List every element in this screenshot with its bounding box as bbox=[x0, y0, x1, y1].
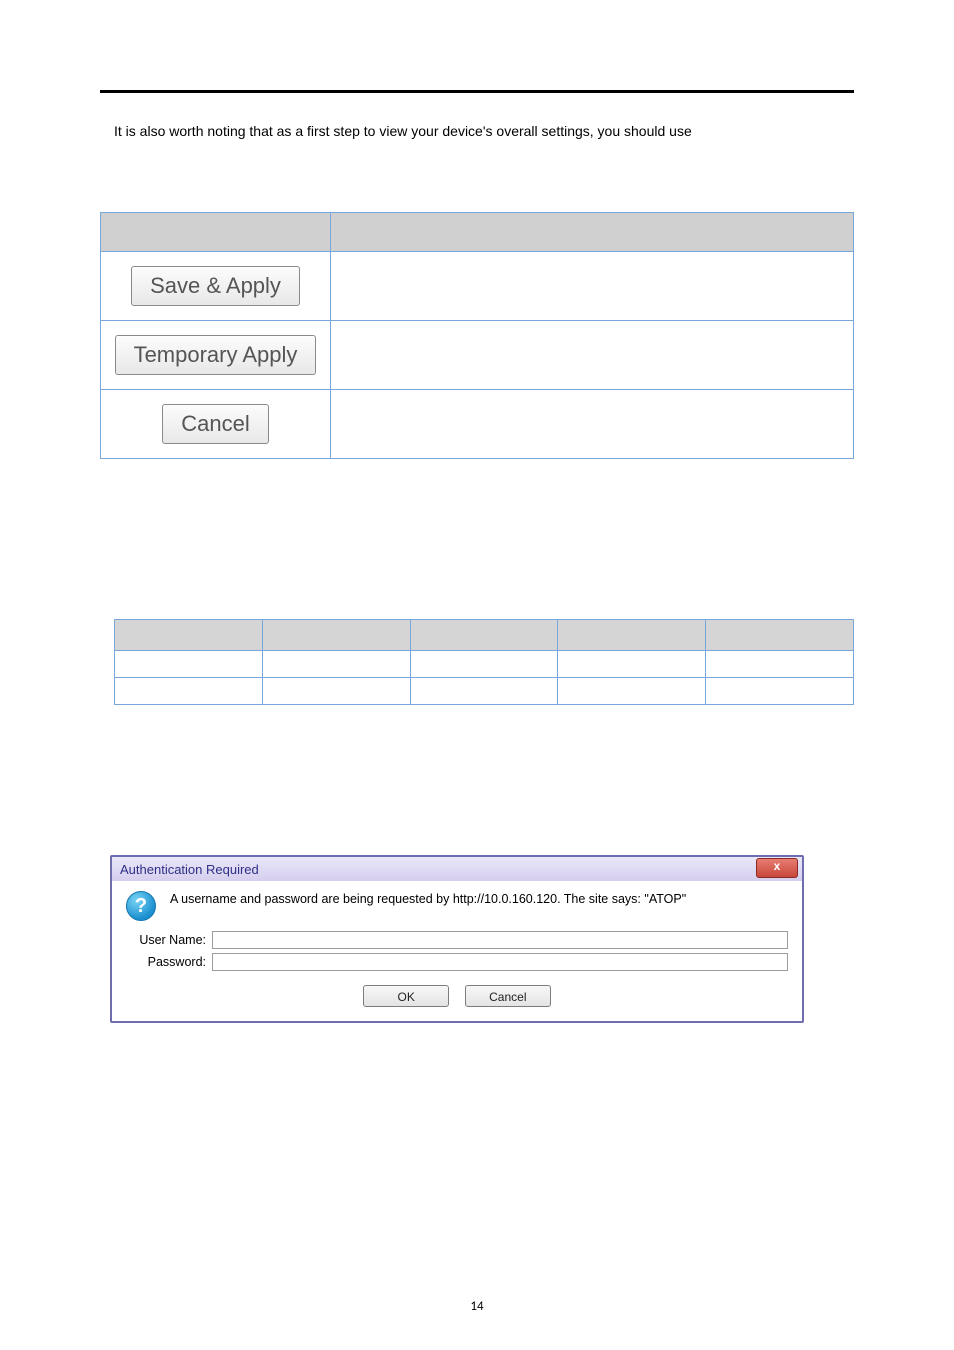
table-cell bbox=[115, 678, 263, 705]
table-header-cell bbox=[331, 213, 854, 252]
dialog-cancel-button[interactable]: Cancel bbox=[465, 985, 551, 1007]
username-label: User Name: bbox=[126, 933, 212, 947]
info-table bbox=[114, 619, 854, 705]
table-cell bbox=[706, 651, 854, 678]
table-cell bbox=[115, 651, 263, 678]
dialog-message: A username and password are being reques… bbox=[170, 891, 686, 909]
table-cell bbox=[410, 651, 558, 678]
table-row: Temporary Apply bbox=[101, 321, 854, 390]
header-rule bbox=[100, 90, 854, 93]
intro-paragraph: It is also worth noting that as a first … bbox=[114, 121, 854, 142]
table-cell bbox=[262, 678, 410, 705]
table-cell bbox=[558, 678, 706, 705]
password-label: Password: bbox=[126, 955, 212, 969]
table-header-cell bbox=[101, 213, 331, 252]
table-cell bbox=[331, 390, 854, 459]
table-cell bbox=[706, 678, 854, 705]
dialog-title-bar: Authentication Required x bbox=[112, 857, 802, 881]
temporary-apply-button[interactable]: Temporary Apply bbox=[115, 335, 317, 375]
table-row: Cancel bbox=[101, 390, 854, 459]
dialog-title: Authentication Required bbox=[112, 862, 259, 877]
table-header-cell bbox=[410, 620, 558, 651]
password-input[interactable] bbox=[212, 953, 788, 971]
table-header-cell bbox=[706, 620, 854, 651]
table-header-cell bbox=[262, 620, 410, 651]
table-row bbox=[115, 678, 854, 705]
username-input[interactable] bbox=[212, 931, 788, 949]
table-cell bbox=[410, 678, 558, 705]
auth-dialog: Authentication Required x ? A username a… bbox=[110, 855, 804, 1023]
table-header-cell bbox=[558, 620, 706, 651]
table-header-row bbox=[115, 620, 854, 651]
table-header-row bbox=[101, 213, 854, 252]
page-number: 14 bbox=[0, 1299, 954, 1314]
table-cell bbox=[558, 651, 706, 678]
table-header-cell bbox=[115, 620, 263, 651]
table-row bbox=[115, 651, 854, 678]
table-row: Save & Apply bbox=[101, 252, 854, 321]
table-cell bbox=[262, 651, 410, 678]
question-icon: ? bbox=[126, 891, 156, 921]
table-cell bbox=[331, 252, 854, 321]
close-icon[interactable]: x bbox=[756, 858, 798, 878]
buttons-table: Save & Apply Temporary Apply Cancel bbox=[100, 212, 854, 459]
cancel-button[interactable]: Cancel bbox=[162, 404, 268, 444]
table-cell bbox=[331, 321, 854, 390]
ok-button[interactable]: OK bbox=[363, 985, 449, 1007]
save-apply-button[interactable]: Save & Apply bbox=[131, 266, 300, 306]
